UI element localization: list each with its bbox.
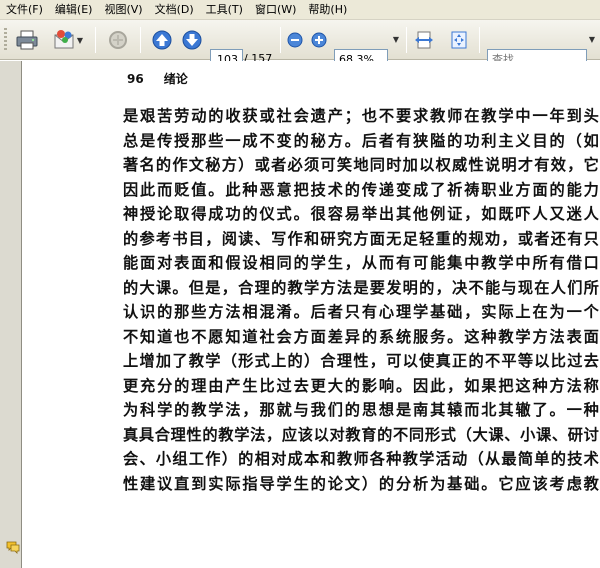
email-icon [54,30,74,49]
print-button[interactable] [14,28,40,52]
fit-page-button[interactable] [447,29,471,51]
print-icon [16,30,38,50]
menu-bar: 文件(F) 编辑(E) 视图(V) 文档(D) 工具(T) 窗口(W) 帮助(H… [0,0,600,20]
fit-page-icon [451,31,467,49]
zoom-in-button[interactable] [310,30,328,50]
text-line: 不知道也不愿知道社会方面差异的系统服务。这种教学方法表面 [123,327,599,346]
text-line: 神授论取得成功的仪式。很容易举出其他例证，如既吓人又迷人 [123,205,599,223]
text-line: 性建议直到实际指导学生的论文）的分析为基础。它应该考虑教 [123,474,599,493]
search-dropdown-button[interactable]: ▼ [586,29,598,49]
previous-page-button[interactable] [150,29,174,51]
next-page-button[interactable] [180,29,204,51]
text-line: 因此而贬值。此种恶意把技术的传递变成了祈祷职业方面的能力 [123,180,599,199]
email-button[interactable]: ▼ [50,28,86,52]
menu-window[interactable]: 窗口(W) [249,0,302,20]
zoom-in-icon [311,32,327,48]
text-line: 著名的作文秘方）或者必须可笑地同时加以权威性说明才有效，它 [123,156,599,174]
fit-width-button[interactable] [412,29,436,51]
zoom-out-button[interactable] [286,30,304,50]
text-line: 真具合理性的教学法，应该以对教育的不同形式（大课、小课、研讨 [123,425,599,444]
toolbar-grip[interactable] [4,28,7,52]
text-line: 认识的那些方法相混淆。后者只有心理学基础，实际上在为一个 [123,303,599,321]
text-line: 为科学的教学法，那就与我们的思想是南其辕而北其辙了。一种 [123,401,599,419]
toolbar-separator [406,27,407,53]
chevron-down-icon: ▼ [392,34,400,44]
chapter-title: 绪论 [163,72,188,86]
navigation-pane [0,61,22,568]
text-line: 上增加了教学（形式上的）合理性，可以使真正的不平等以比过去 [123,352,599,370]
text-line: 更充分的理由产生比过去更大的影响。因此，如果把这种方法称 [123,376,599,395]
previous-page-icon [152,30,172,50]
menu-file[interactable]: 文件(F) [0,0,49,20]
menu-view[interactable]: 视图(V) [98,0,148,20]
toolbar-separator [95,27,96,53]
text-line: 会、小组工作）的相对成本和教师各种教学活动（从最简单的技术 [123,450,599,468]
disabled-tool-icon [109,31,127,49]
running-head: 96 绪论 [127,70,208,87]
text-line: 能面对表面和假设相同的学生，从而有可能集中教学中所有借口 [123,254,599,272]
text-line: 总是传授那些一成不变的秘方。后者有狭隘的功利主义目的（如 [123,131,599,150]
comment-icon [6,541,20,554]
text-line: 的参考书目，阅读、写作和研究方面无足轻重的规劝，或者还有只 [123,229,599,248]
toolbar: ▼ / 157 [0,20,600,69]
zoom-out-icon [287,32,303,48]
comments-button[interactable] [6,539,20,558]
menu-edit[interactable]: 编辑(E) [49,0,99,20]
text-line: 的大课。但是，合理的教学方法是要发明的，决不能与现在人们所 [123,278,599,297]
toolbar-separator [280,27,281,53]
chevron-down-icon: ▼ [76,35,84,45]
toolbar-separator [140,27,141,53]
document-view[interactable]: 96 绪论 是艰苦劳动的收获或社会遗产；也不要求教师在教学中一年到头 总是传授那些… [23,61,600,568]
page-body: 是艰苦劳动的收获或社会遗产；也不要求教师在教学中一年到头 总是传授那些一成不变的… [123,104,599,496]
text-line: 是艰苦劳动的收获或社会遗产；也不要求教师在教学中一年到头 [123,107,599,125]
toolbar-separator [479,27,480,53]
next-page-icon [182,30,202,50]
disabled-tool-button [104,28,132,52]
zoom-dropdown-button[interactable]: ▼ [388,29,404,49]
chevron-down-icon: ▼ [588,34,596,44]
fit-width-icon [415,31,433,49]
menu-document[interactable]: 文档(D) [149,0,200,20]
menu-help[interactable]: 帮助(H) [302,0,353,20]
menu-tools[interactable]: 工具(T) [200,0,249,20]
page-number: 96 [127,72,144,86]
